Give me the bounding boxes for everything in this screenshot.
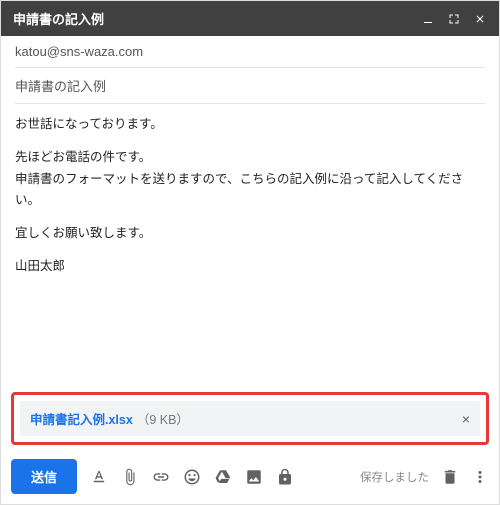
attachment-size: （9 KB） bbox=[137, 409, 189, 428]
emoji-icon[interactable] bbox=[183, 468, 201, 486]
compose-header: 申請書の記入例 bbox=[1, 1, 499, 36]
compose-toolbar: 送信 保存しました bbox=[1, 451, 499, 504]
trash-icon[interactable] bbox=[441, 468, 459, 486]
attachment-name: 申請書記入例.xlsx bbox=[30, 409, 133, 428]
compose-title: 申請書の記入例 bbox=[13, 9, 421, 28]
to-field[interactable]: katou@sns-waza.com bbox=[15, 36, 485, 68]
signature: 山田太郎 bbox=[15, 256, 485, 277]
photo-icon[interactable] bbox=[245, 468, 263, 486]
body-line: 宜しくお願い致します。 bbox=[15, 223, 485, 244]
drive-icon[interactable] bbox=[214, 468, 232, 486]
body-line: お世話になっております。 bbox=[15, 114, 485, 135]
attach-icon[interactable] bbox=[121, 468, 139, 486]
send-button[interactable]: 送信 bbox=[11, 459, 77, 494]
lock-icon[interactable] bbox=[276, 468, 294, 486]
attachment-highlight: 申請書記入例.xlsx （9 KB） × bbox=[11, 392, 489, 445]
attachment-remove-icon[interactable]: × bbox=[462, 411, 470, 427]
saved-label: 保存しました bbox=[360, 469, 429, 485]
more-icon[interactable] bbox=[471, 468, 489, 486]
body-line: 先ほどお電話の件です。 申請書のフォーマットを送りますので、こちらの記入例に沿っ… bbox=[15, 147, 485, 211]
compose-fields: katou@sns-waza.com 申請書の記入例 bbox=[1, 36, 499, 104]
compose-window: 申請書の記入例 katou@sns-waza.com 申請書の記入例 お世話にな… bbox=[0, 0, 500, 505]
body-text: 先ほどお電話の件です。 bbox=[15, 150, 151, 164]
format-icon[interactable] bbox=[90, 468, 108, 486]
close-icon[interactable] bbox=[473, 12, 487, 26]
header-actions bbox=[421, 12, 487, 26]
compose-body[interactable]: お世話になっております。 先ほどお電話の件です。 申請書のフォーマットを送ります… bbox=[1, 104, 499, 392]
expand-icon[interactable] bbox=[447, 12, 461, 26]
subject-field[interactable]: 申請書の記入例 bbox=[15, 68, 485, 104]
attachment-chip[interactable]: 申請書記入例.xlsx （9 KB） × bbox=[20, 401, 480, 436]
link-icon[interactable] bbox=[152, 468, 170, 486]
minimize-icon[interactable] bbox=[421, 12, 435, 26]
body-text: 申請書のフォーマットを送りますので、こちらの記入例に沿って記入してください。 bbox=[15, 172, 463, 207]
toolbar-right: 保存しました bbox=[360, 468, 489, 486]
